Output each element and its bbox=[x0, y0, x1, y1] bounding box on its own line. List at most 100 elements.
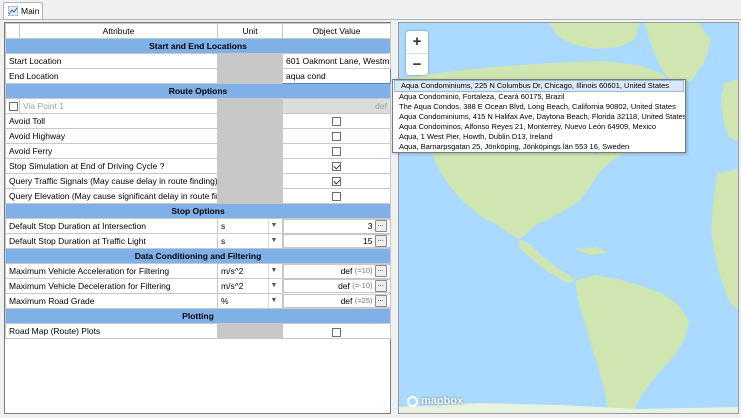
max-decel-value-cell[interactable]: def (=-10)... bbox=[283, 278, 391, 294]
stop-traffic-light-unit-select[interactable]: s ▼ bbox=[217, 233, 283, 250]
query-elevation-cell[interactable] bbox=[282, 188, 391, 204]
road-map-checkbox[interactable] bbox=[332, 327, 341, 337]
max-decel-hint: (=-10) bbox=[352, 281, 373, 291]
land-central-america bbox=[519, 239, 575, 283]
suggestion-item[interactable]: Aqua, 1 West Pier, Howth, Dublin D13, Ir… bbox=[393, 132, 685, 142]
ellipsis-button[interactable]: ... bbox=[374, 234, 387, 247]
query-traffic-checkbox[interactable] bbox=[332, 177, 341, 187]
suggestion-item[interactable]: Aqua Condominio, Fortaleza, Ceará 60175,… bbox=[393, 92, 685, 102]
column-header-attribute[interactable]: Attribute bbox=[19, 23, 218, 39]
ellipsis-button[interactable]: ... bbox=[374, 265, 387, 278]
road-map-unit bbox=[217, 323, 283, 340]
table-row: Avoid Toll bbox=[5, 113, 391, 129]
road-map-label: Road Map (Route) Plots bbox=[5, 323, 218, 340]
start-location-value[interactable]: 601 Oakmont Lane, Westm... bbox=[282, 53, 391, 69]
location-suggestions-dropdown: Aqua Condominiums, 225 N Columbus Dr, Ch… bbox=[392, 79, 686, 153]
stop-sim-unit bbox=[217, 158, 283, 174]
land-arctic-islands bbox=[549, 23, 639, 49]
stop-traffic-light-label: Default Stop Duration at Traffic Light bbox=[5, 233, 218, 250]
query-traffic-label: Query Traffic Signals (May cause delay i… bbox=[5, 173, 218, 189]
max-accel-unit-select[interactable]: m/s^2 ▼ bbox=[217, 263, 283, 280]
avoid-highway-checkbox[interactable] bbox=[332, 132, 341, 142]
column-header-unit[interactable]: Unit bbox=[217, 23, 283, 39]
avoid-ferry-checkbox[interactable] bbox=[332, 147, 341, 157]
suggestion-item[interactable]: The Aqua Condos, 388 E Ocean Blvd, Long … bbox=[393, 102, 685, 112]
mapbox-logo[interactable]: mapbox bbox=[407, 395, 463, 407]
section-data-conditioning: Data Conditioning and Filtering bbox=[5, 248, 391, 265]
query-elevation-checkbox[interactable] bbox=[332, 192, 341, 202]
chevron-down-icon[interactable]: ▼ bbox=[268, 219, 279, 233]
tab-main[interactable]: Main bbox=[3, 2, 43, 19]
max-accel-label: Maximum Vehicle Acceleration for Filteri… bbox=[5, 263, 218, 280]
table-row: End Location aqua cond bbox=[5, 68, 391, 84]
max-accel-hint: (=10) bbox=[354, 266, 373, 276]
start-location-label: Start Location bbox=[5, 53, 218, 69]
max-decel-value[interactable]: def bbox=[338, 280, 350, 293]
ellipsis-button[interactable]: ... bbox=[374, 220, 387, 233]
end-location-label: End Location bbox=[5, 68, 218, 84]
stop-intersection-value-cell[interactable]: 3... bbox=[283, 219, 391, 234]
max-grade-hint: (=25) bbox=[354, 296, 373, 306]
query-traffic-cell[interactable] bbox=[282, 173, 391, 189]
stop-traffic-light-value-cell[interactable]: 15... bbox=[283, 233, 391, 249]
table-row: Default Stop Duration at Traffic Light s… bbox=[5, 233, 391, 250]
stop-intersection-value[interactable]: 3 bbox=[368, 220, 373, 233]
zoom-out-button[interactable]: − bbox=[406, 54, 428, 76]
stop-intersection-label: Default Stop Duration at Intersection bbox=[5, 217, 218, 235]
max-accel-value-cell[interactable]: def (=10)... bbox=[283, 264, 391, 279]
avoid-toll-cell[interactable] bbox=[282, 113, 391, 129]
table-row: Avoid Highway bbox=[5, 128, 391, 144]
row-header-corner bbox=[5, 23, 20, 39]
suggestion-item[interactable]: Aqua Condominos, Alfonso Reyes 21, Monte… bbox=[393, 122, 685, 132]
suggestion-item[interactable]: Aqua Condominiums, 415 N Halifax Ave, Da… bbox=[393, 112, 685, 122]
suggestion-item[interactable]: Aqua, Barnarpsgatan 25, Jönköping, Jönkö… bbox=[393, 142, 685, 152]
zoom-control: + − bbox=[406, 31, 428, 75]
query-traffic-unit bbox=[217, 173, 283, 189]
stop-traffic-light-value[interactable]: 15 bbox=[363, 235, 372, 248]
chevron-down-icon[interactable]: ▼ bbox=[268, 279, 279, 293]
stop-sim-checkbox[interactable] bbox=[332, 162, 341, 172]
avoid-toll-label: Avoid Toll bbox=[5, 113, 218, 129]
mapbox-icon bbox=[407, 395, 418, 407]
stop-traffic-light-unit: s bbox=[221, 236, 226, 247]
chevron-down-icon[interactable]: ▼ bbox=[268, 294, 279, 308]
section-plotting: Plotting bbox=[5, 308, 391, 325]
avoid-ferry-cell[interactable] bbox=[282, 143, 391, 159]
stop-intersection-unit-select[interactable]: s ▼ bbox=[217, 217, 283, 235]
attribute-table: Attribute Unit Object Value Start and En… bbox=[4, 22, 391, 414]
chevron-down-icon[interactable]: ▼ bbox=[268, 234, 279, 248]
via-point-checkbox-cell[interactable] bbox=[5, 98, 20, 114]
max-decel-unit-select[interactable]: m/s^2 ▼ bbox=[217, 278, 283, 295]
suggestion-item[interactable]: Aqua Condominiums, 225 N Columbus Dr, Ch… bbox=[394, 80, 684, 92]
table-header: Attribute Unit Object Value bbox=[5, 23, 391, 39]
ellipsis-button[interactable]: ... bbox=[374, 295, 387, 308]
chart-icon bbox=[8, 6, 18, 16]
via-point-unit bbox=[217, 98, 283, 114]
via-point-checkbox[interactable] bbox=[9, 102, 18, 112]
end-location-input[interactable]: aqua cond bbox=[282, 68, 391, 84]
ellipsis-button[interactable]: ... bbox=[374, 280, 387, 293]
table-row: Query Traffic Signals (May cause delay i… bbox=[5, 173, 391, 189]
max-accel-unit: m/s^2 bbox=[221, 266, 244, 277]
chevron-down-icon[interactable]: ▼ bbox=[268, 264, 279, 278]
column-header-value[interactable]: Object Value bbox=[282, 23, 391, 39]
max-grade-value[interactable]: def bbox=[341, 295, 353, 308]
max-grade-unit-select[interactable]: % ▼ bbox=[217, 293, 283, 310]
max-grade-value-cell[interactable]: def (=25)... bbox=[283, 293, 391, 309]
land-africa-edge bbox=[711, 169, 738, 311]
stop-sim-cell[interactable] bbox=[282, 158, 391, 174]
query-elevation-label: Query Elevation (May cause significant d… bbox=[5, 188, 218, 204]
avoid-highway-cell[interactable] bbox=[282, 128, 391, 144]
table-row: Default Stop Duration at Intersection s ▼… bbox=[5, 217, 391, 235]
road-map-cell[interactable] bbox=[282, 323, 391, 340]
avoid-toll-checkbox[interactable] bbox=[332, 117, 341, 127]
table-row: Stop Simulation at End of Driving Cycle … bbox=[5, 158, 391, 174]
max-grade-label: Maximum Road Grade bbox=[5, 293, 218, 310]
stop-sim-label: Stop Simulation at End of Driving Cycle … bbox=[5, 158, 218, 174]
max-accel-value[interactable]: def bbox=[341, 265, 353, 278]
max-decel-label: Maximum Vehicle Deceleration for Filteri… bbox=[5, 278, 218, 295]
land-south-america bbox=[575, 275, 689, 413]
zoom-in-button[interactable]: + bbox=[406, 31, 428, 53]
table-row: Start Location 601 Oakmont Lane, Westm..… bbox=[5, 53, 391, 69]
max-decel-unit: m/s^2 bbox=[221, 281, 244, 292]
